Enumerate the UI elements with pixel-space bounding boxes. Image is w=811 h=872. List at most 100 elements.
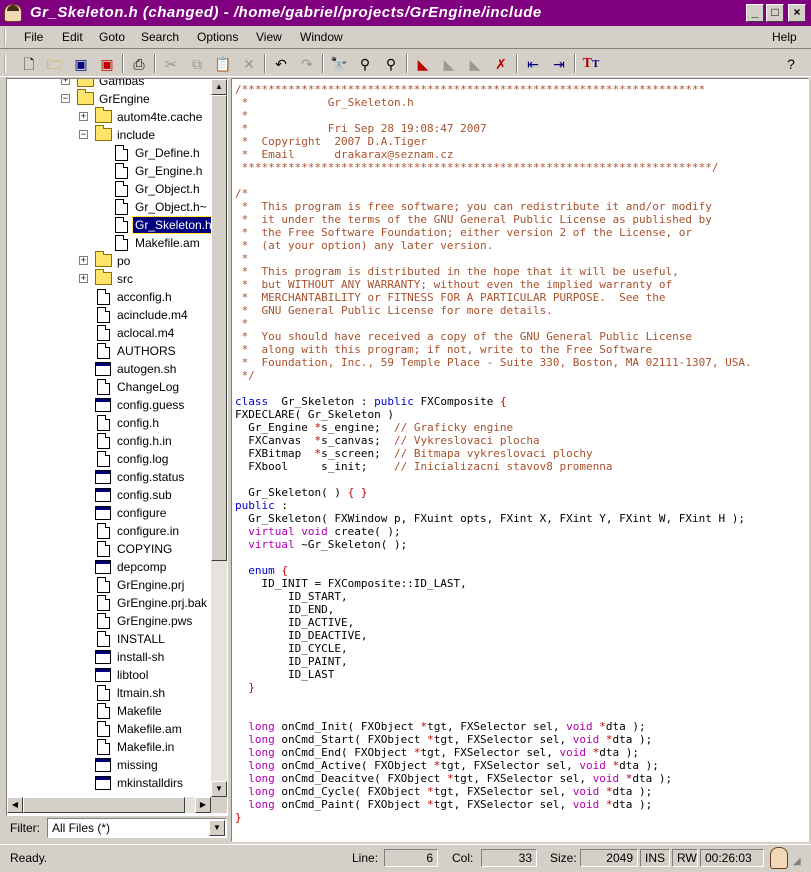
shift-left-icon[interactable]: ⇤: [522, 53, 544, 75]
tree-file[interactable]: libtool: [7, 666, 211, 684]
tree-file[interactable]: Makefile.am: [7, 234, 211, 252]
resize-grip-icon[interactable]: ◢: [793, 856, 807, 870]
help-icon[interactable]: ?: [780, 53, 802, 75]
bookmark-next-icon[interactable]: ◣: [438, 53, 460, 75]
tree-file[interactable]: Gr_Object.h~: [7, 198, 211, 216]
minimize-button[interactable]: _: [746, 4, 764, 22]
tree-file[interactable]: config.status: [7, 468, 211, 486]
menu-file[interactable]: File: [24, 30, 43, 44]
paste-icon[interactable]: 📋: [212, 53, 234, 75]
tree-hscroll-thumb[interactable]: [23, 797, 185, 813]
menu-options[interactable]: Options: [197, 30, 238, 44]
shift-right-icon[interactable]: ⇥: [548, 53, 570, 75]
readwrite-mode[interactable]: RW: [672, 849, 698, 867]
new-icon[interactable]: 🗋: [18, 53, 40, 75]
tree-file[interactable]: ltmain.sh: [7, 684, 211, 702]
menu-search[interactable]: Search: [141, 30, 179, 44]
find-icon[interactable]: 🔭: [328, 53, 350, 75]
menu-goto[interactable]: Goto: [99, 30, 125, 44]
scroll-right-icon[interactable]: ▶: [195, 797, 211, 813]
delete-icon[interactable]: ✕: [238, 53, 260, 75]
tree-folder[interactable]: + src: [7, 269, 211, 288]
code-text[interactable]: /***************************************…: [235, 83, 752, 824]
tree-file[interactable]: config.log: [7, 450, 211, 468]
expand-icon[interactable]: +: [79, 274, 88, 283]
tree-file[interactable]: COPYING: [7, 540, 211, 558]
bookmark-set-icon[interactable]: ◣: [412, 53, 434, 75]
tree-file[interactable]: config.h: [7, 414, 211, 432]
tree-file[interactable]: acconfig.h: [7, 288, 211, 306]
tree-horizontal-scrollbar[interactable]: ◀ ▶: [7, 797, 211, 813]
find-next-icon[interactable]: ⚲: [354, 53, 376, 75]
tree-file[interactable]: aclocal.m4: [7, 324, 211, 342]
expand-icon[interactable]: +: [61, 79, 70, 85]
tree-file[interactable]: missing: [7, 756, 211, 774]
tree-scroll-thumb[interactable]: [211, 95, 227, 561]
tree-file[interactable]: autogen.sh: [7, 360, 211, 378]
maximize-button[interactable]: □: [766, 4, 784, 22]
file-tree[interactable]: + Gambas − GrEngine + autom4te.cache − include G…: [7, 79, 211, 797]
tree-file[interactable]: config.guess: [7, 396, 211, 414]
tree-file[interactable]: AUTHORS: [7, 342, 211, 360]
tree-file[interactable]: mkinstalldirs: [7, 774, 211, 792]
collapse-icon[interactable]: −: [79, 130, 88, 139]
toolbar-grip[interactable]: [4, 54, 10, 73]
tree-folder[interactable]: − GrEngine: [7, 89, 211, 108]
menu-edit[interactable]: Edit: [62, 30, 83, 44]
tree-file[interactable]: Gr_Skeleton.h: [7, 216, 211, 234]
cut-icon[interactable]: ✂: [160, 53, 182, 75]
tree-file[interactable]: Makefile.am: [7, 720, 211, 738]
app-icon[interactable]: [4, 4, 22, 22]
menu-help[interactable]: Help: [772, 30, 797, 44]
tree-file[interactable]: GrEngine.prj.bak: [7, 594, 211, 612]
chevron-down-icon[interactable]: ▼: [209, 820, 225, 836]
tree-file[interactable]: config.h.in: [7, 432, 211, 450]
collapse-icon[interactable]: −: [61, 94, 70, 103]
tree-file[interactable]: install-sh: [7, 648, 211, 666]
find-prev-icon[interactable]: ⚲: [380, 53, 402, 75]
scroll-left-icon[interactable]: ◀: [7, 797, 23, 813]
title-bar[interactable]: Gr_Skeleton.h (changed) - /home/gabriel/…: [0, 0, 811, 26]
bookmark-prev-icon[interactable]: ◣: [464, 53, 486, 75]
tree-file[interactable]: GrEngine.prj: [7, 576, 211, 594]
undo-icon[interactable]: ↶: [270, 53, 292, 75]
tree-file[interactable]: Gr_Define.h: [7, 144, 211, 162]
tree-file[interactable]: GrEngine.pws: [7, 612, 211, 630]
close-button[interactable]: ×: [788, 4, 806, 22]
tree-file[interactable]: configure: [7, 504, 211, 522]
tree-folder[interactable]: − include: [7, 125, 211, 144]
tree-file[interactable]: INSTALL: [7, 630, 211, 648]
expand-icon[interactable]: +: [79, 256, 88, 265]
tree-folder[interactable]: + Gambas: [7, 79, 211, 90]
tree-file[interactable]: acinclude.m4: [7, 306, 211, 324]
bookmark-clear-icon[interactable]: ✗: [490, 53, 512, 75]
filter-select[interactable]: All Files (*) ▼: [47, 818, 227, 838]
scroll-down-icon[interactable]: ▼: [211, 781, 227, 797]
scroll-up-icon[interactable]: ▲: [211, 79, 227, 95]
tree-file[interactable]: Makefile: [7, 702, 211, 720]
expand-icon[interactable]: +: [79, 112, 88, 121]
print-icon[interactable]: ⎙: [128, 53, 150, 75]
save-all-icon[interactable]: ▣: [96, 53, 118, 75]
tree-file[interactable]: Makefile.in: [7, 738, 211, 756]
copy-icon[interactable]: ⧉: [186, 53, 208, 75]
tree-file[interactable]: configure.in: [7, 522, 211, 540]
code-editor[interactable]: /***************************************…: [231, 78, 809, 842]
menu-window[interactable]: Window: [300, 30, 343, 44]
save-icon[interactable]: ▣: [70, 53, 92, 75]
tree-file[interactable]: depcomp: [7, 558, 211, 576]
menubar-grip[interactable]: [4, 29, 10, 46]
tree-vertical-scrollbar[interactable]: ▲ ▼: [211, 79, 227, 797]
tree-folder[interactable]: + autom4te.cache: [7, 107, 211, 126]
tree-file[interactable]: ChangeLog: [7, 378, 211, 396]
code-token: tgt, FXSelector sel,: [433, 785, 573, 798]
tree-file[interactable]: Gr_Engine.h: [7, 162, 211, 180]
tree-file[interactable]: config.sub: [7, 486, 211, 504]
menu-view[interactable]: View: [256, 30, 282, 44]
open-icon[interactable]: 🗁: [44, 53, 66, 75]
tree-folder[interactable]: + po: [7, 251, 211, 270]
font-icon[interactable]: TT: [580, 53, 602, 75]
redo-icon[interactable]: ↷: [296, 53, 318, 75]
tree-file[interactable]: Gr_Object.h: [7, 180, 211, 198]
insert-mode[interactable]: INS: [640, 849, 670, 867]
